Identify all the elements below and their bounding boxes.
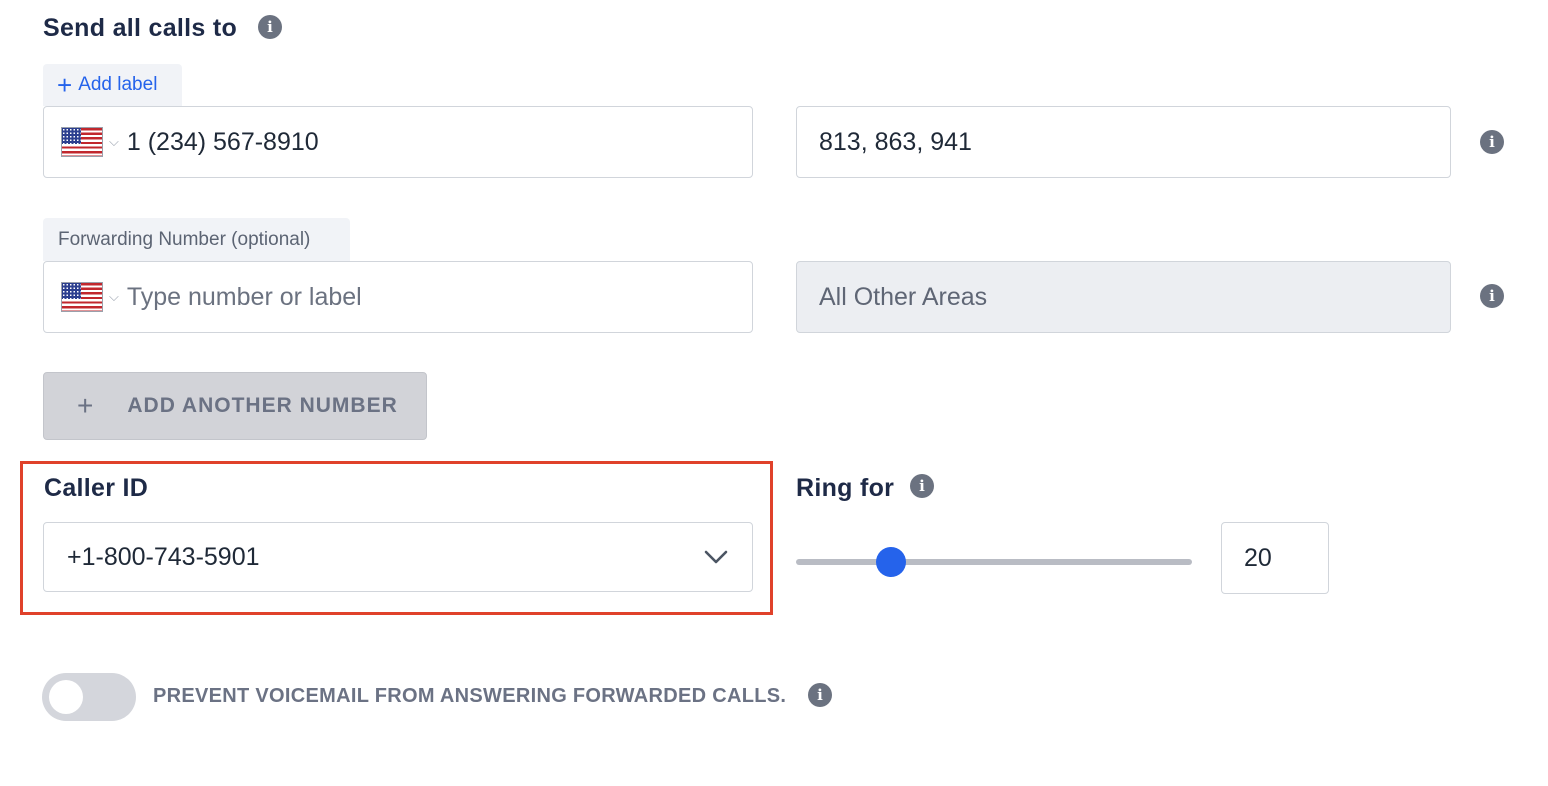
caller-id-select[interactable]: +1-800-743-5901 (43, 522, 753, 592)
forward-number-input-2[interactable]: ⌵ Type number or label (43, 261, 753, 333)
us-flag-icon[interactable] (61, 282, 103, 312)
send-calls-info-icon[interactable]: i (258, 15, 282, 39)
us-flag-icon[interactable] (61, 127, 103, 157)
forwarding-number-label-text: Forwarding Number (optional) (58, 228, 311, 250)
ring-for-input[interactable]: 20 (1221, 522, 1329, 594)
add-another-number-label: ADD ANOTHER NUMBER (127, 394, 398, 417)
caller-id-title: Caller ID (44, 474, 149, 502)
prevent-voicemail-info-icon[interactable]: i (808, 683, 832, 707)
area-codes-info-icon-2[interactable]: i (1480, 284, 1504, 308)
add-another-number-button[interactable]: + ADD ANOTHER NUMBER (43, 372, 427, 440)
add-label-button[interactable]: + Add label (43, 64, 182, 106)
ring-for-title: Ring for (796, 474, 895, 502)
chevron-down-icon[interactable]: ⌵ (109, 134, 119, 150)
area-codes-input-2: All Other Areas (796, 261, 1451, 333)
chevron-down-icon[interactable] (704, 549, 728, 565)
prevent-voicemail-toggle[interactable] (42, 673, 136, 721)
area-codes-info-icon-1[interactable]: i (1480, 130, 1504, 154)
add-label-text: Add label (78, 74, 158, 95)
ring-for-info-icon[interactable]: i (910, 474, 934, 498)
send-calls-title: Send all calls to (43, 14, 238, 42)
area-codes-value-1: 813, 863, 941 (819, 127, 972, 156)
prevent-voicemail-label: PREVENT VOICEMAIL FROM ANSWERING FORWARD… (153, 685, 787, 707)
forward-number-value-1: 1 (234) 567-8910 (126, 127, 319, 156)
area-codes-value-2: All Other Areas (819, 282, 988, 311)
caller-id-value: +1-800-743-5901 (67, 542, 260, 571)
chevron-down-icon[interactable]: ⌵ (109, 289, 119, 305)
ring-for-value: 20 (1244, 543, 1272, 572)
plus-icon: + (57, 70, 73, 100)
forward-number-placeholder-2: Type number or label (126, 282, 362, 311)
area-codes-input-1[interactable]: 813, 863, 941 (796, 106, 1451, 178)
ring-for-slider-track[interactable] (796, 559, 1192, 565)
ring-for-slider-thumb[interactable] (876, 547, 907, 577)
forwarding-number-label: Forwarding Number (optional) (43, 218, 350, 261)
toggle-knob (49, 680, 83, 714)
forward-number-input-1[interactable]: ⌵ 1 (234) 567-8910 (43, 106, 753, 178)
plus-icon: + (77, 390, 95, 421)
